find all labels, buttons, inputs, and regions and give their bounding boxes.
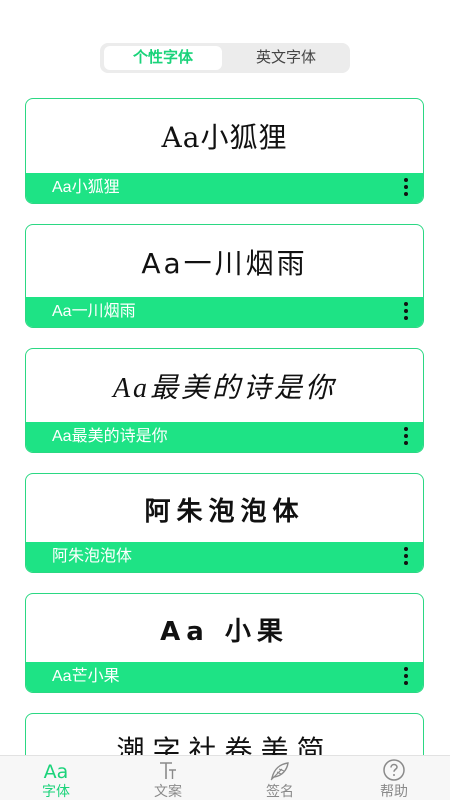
font-name: Aa最美的诗是你 [52, 428, 168, 445]
more-options-icon[interactable] [403, 427, 409, 447]
font-card-list[interactable]: 个性字体 英文字体 Aa小狐狸 Aa小狐狸 Aa一川烟雨 Aa一川烟雨 Aa最美… [0, 0, 450, 755]
font-preview: 潮字社卷美简 [116, 734, 333, 755]
more-options-icon[interactable] [403, 302, 409, 322]
help-icon [383, 759, 405, 781]
font-preview: Aa一川烟雨 [141, 247, 308, 280]
feather-icon [270, 762, 289, 781]
font-name: Aa芒小果 [52, 668, 120, 685]
tab-english-fonts[interactable]: 英文字体 [226, 46, 346, 70]
bottom-nav: Aa 字体 文案 签名 帮助 [0, 755, 450, 800]
text-style-icon [160, 762, 176, 779]
tab-personal-fonts[interactable]: 个性字体 [104, 46, 222, 70]
font-name-bar: 阿朱泡泡体 [26, 542, 423, 572]
nav-signature[interactable]: 签名 [224, 756, 336, 800]
font-preview: Aa最美的诗是你 [112, 373, 337, 404]
nav-copywriting[interactable]: 文案 [112, 756, 224, 800]
nav-fonts-label: 字体 [42, 783, 70, 799]
font-card[interactable]: Aa小狐狸 Aa小狐狸 [25, 98, 424, 204]
font-name-bar: Aa芒小果 [26, 662, 423, 692]
nav-signature-label: 签名 [266, 783, 294, 799]
nav-help-label: 帮助 [380, 783, 408, 799]
font-aa-icon: Aa [43, 761, 69, 783]
font-list-screen: 个性字体 英文字体 Aa小狐狸 Aa小狐狸 Aa一川烟雨 Aa一川烟雨 Aa最美… [0, 0, 450, 800]
more-options-icon[interactable] [403, 178, 409, 198]
more-options-icon[interactable] [403, 667, 409, 687]
font-category-switch: 个性字体 英文字体 [100, 43, 350, 73]
font-card[interactable]: Aa一川烟雨 Aa一川烟雨 [25, 224, 424, 328]
font-name-bar: Aa最美的诗是你 [26, 422, 423, 452]
nav-help[interactable]: 帮助 [338, 756, 450, 800]
font-name-bar: Aa小狐狸 [26, 173, 423, 203]
nav-copywriting-label: 文案 [154, 783, 182, 799]
font-name: 阿朱泡泡体 [52, 548, 133, 565]
font-preview: 阿朱泡泡体 [144, 496, 305, 527]
font-card[interactable]: Aa 小果 Aa芒小果 [25, 593, 424, 693]
font-card[interactable]: 阿朱泡泡体 阿朱泡泡体 [25, 473, 424, 573]
font-card[interactable]: Aa最美的诗是你 Aa最美的诗是你 [25, 348, 424, 453]
nav-fonts[interactable]: Aa 字体 [0, 756, 112, 800]
font-preview: Aa 小果 [160, 616, 289, 647]
font-card[interactable]: 潮字社卷美简 [25, 713, 424, 755]
font-name: Aa小狐狸 [52, 179, 120, 196]
font-preview: Aa小狐狸 [161, 121, 288, 154]
font-name-bar: Aa一川烟雨 [26, 297, 423, 327]
font-name: Aa一川烟雨 [52, 303, 136, 320]
more-options-icon[interactable] [403, 547, 409, 567]
